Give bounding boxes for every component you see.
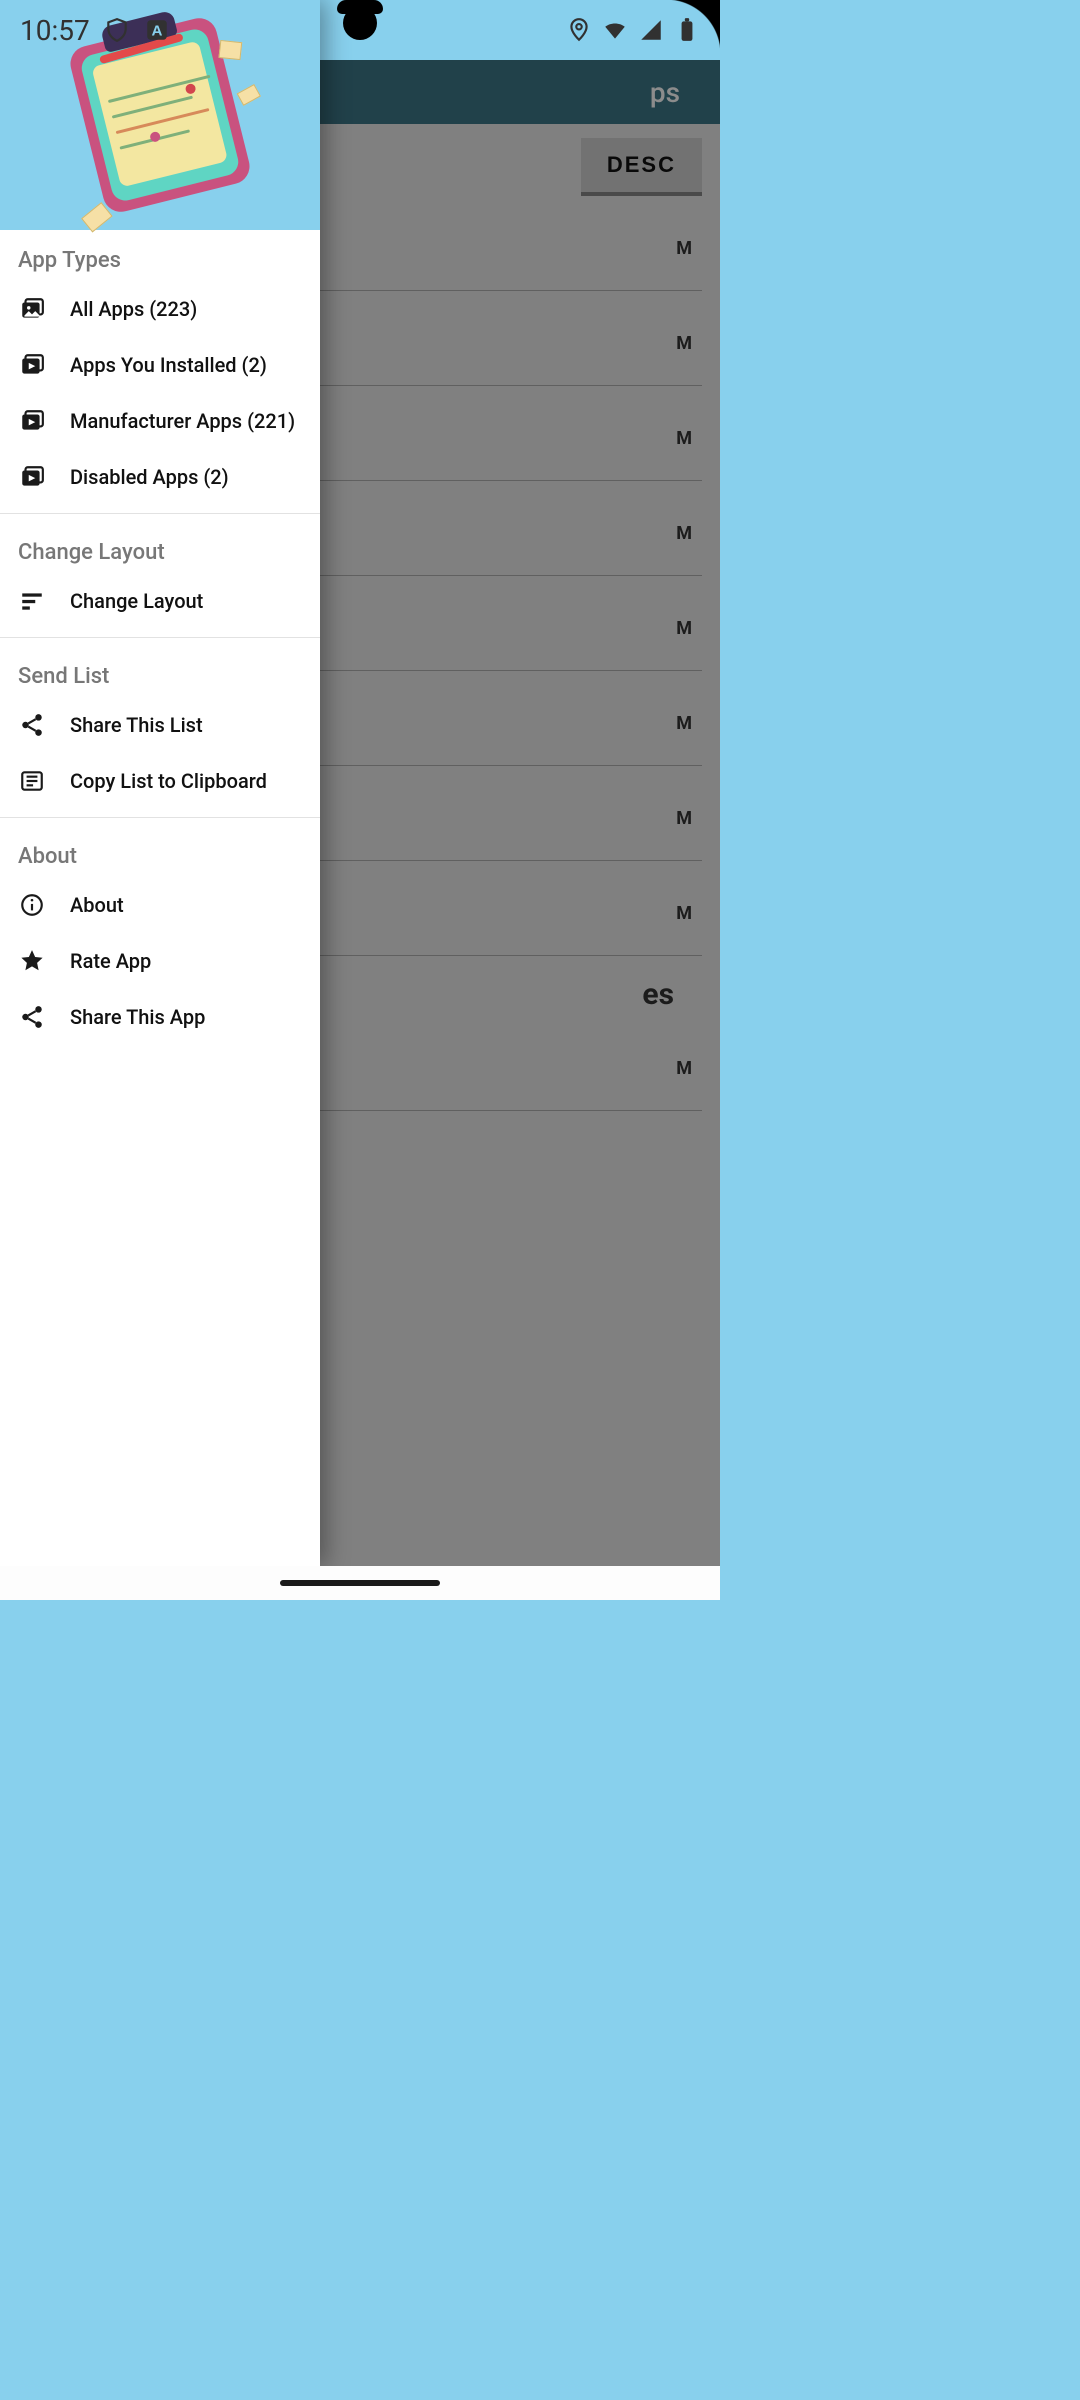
status-time: 10:57 (20, 14, 90, 47)
share-icon (18, 1003, 46, 1031)
drawer-section-title: App Types (0, 230, 320, 281)
video-collection-icon (18, 351, 46, 379)
divider (0, 817, 320, 818)
image-collection-icon (18, 295, 46, 323)
signal-icon (638, 17, 664, 43)
nav-item-label: Share This App (70, 1005, 205, 1029)
nav-item-all-apps[interactable]: All Apps (223) (0, 281, 320, 337)
gesture-nav-bar (0, 1566, 720, 1600)
location-icon (566, 17, 592, 43)
drawer-section-title: About (0, 826, 320, 877)
nav-item-share-this-list[interactable]: Share This List (0, 697, 320, 753)
divider (0, 637, 320, 638)
wifi-icon (602, 17, 628, 43)
nav-item-about[interactable]: About (0, 877, 320, 933)
nav-item-manufacturer-apps[interactable]: Manufacturer Apps (221) (0, 393, 320, 449)
share-icon (18, 711, 46, 739)
sort-icon (18, 587, 46, 615)
video-collection-icon (18, 463, 46, 491)
navigation-drawer: App Types All Apps (223) Apps You Installe… (0, 0, 320, 1566)
nav-item-label: Rate App (70, 949, 151, 973)
drawer-section-title: Send List (0, 646, 320, 697)
camera-cutout (343, 6, 377, 40)
nav-item-label: Share This List (70, 713, 203, 737)
nav-item-label: Apps You Installed (2) (70, 353, 267, 377)
nav-item-label: Disabled Apps (2) (70, 465, 229, 489)
nav-item-apps-you-installed[interactable]: Apps You Installed (2) (0, 337, 320, 393)
svg-text:A: A (151, 22, 162, 39)
video-collection-icon (18, 407, 46, 435)
drawer-section-title: Change Layout (0, 522, 320, 573)
battery-icon (674, 17, 700, 43)
star-icon (18, 947, 46, 975)
nav-item-label: Copy List to Clipboard (70, 769, 267, 793)
nav-item-copy-list-to-clipboard[interactable]: Copy List to Clipboard (0, 753, 320, 809)
nav-item-label: Manufacturer Apps (221) (70, 409, 295, 433)
nav-pill[interactable] (280, 1580, 440, 1586)
nav-item-change-layout[interactable]: Change Layout (0, 573, 320, 629)
nav-item-disabled-apps[interactable]: Disabled Apps (2) (0, 449, 320, 505)
nav-item-label: About (70, 893, 124, 917)
nav-item-rate-app[interactable]: Rate App (0, 933, 320, 989)
info-icon (18, 891, 46, 919)
nav-item-label: Change Layout (70, 589, 203, 613)
nav-item-share-this-app[interactable]: Share This App (0, 989, 320, 1045)
nav-item-label: All Apps (223) (70, 297, 197, 321)
divider (0, 513, 320, 514)
newspaper-icon (18, 767, 46, 795)
shield-icon (104, 17, 130, 43)
badge-a-icon: A (144, 17, 170, 43)
